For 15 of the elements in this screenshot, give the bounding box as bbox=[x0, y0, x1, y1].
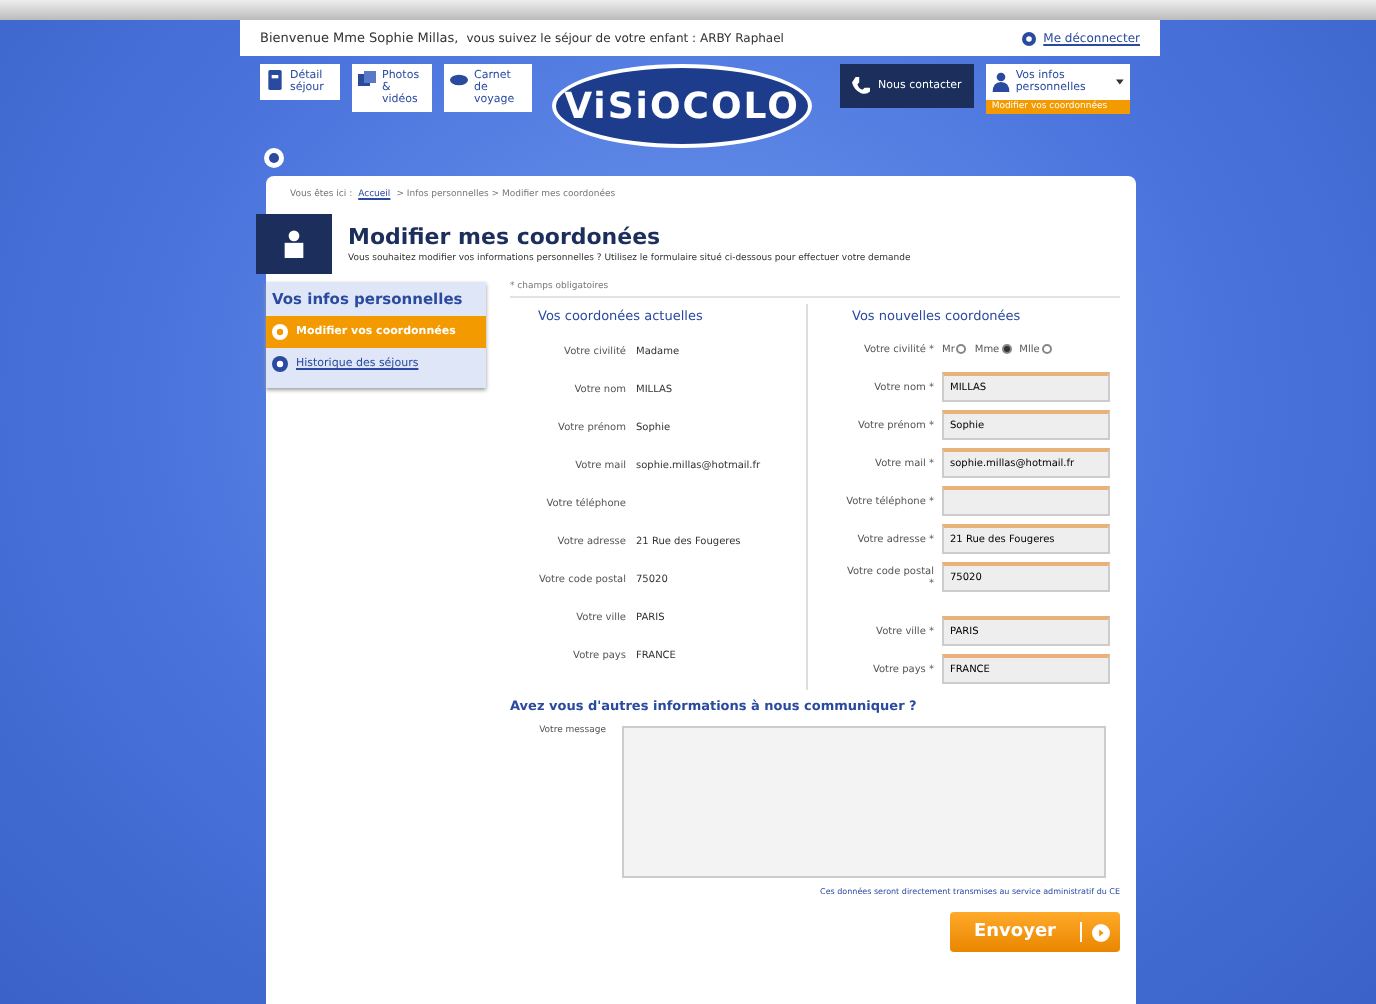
person-icon bbox=[991, 72, 1010, 92]
bullet-icon bbox=[272, 356, 288, 372]
logo[interactable]: ViSiOCOLO bbox=[552, 64, 812, 148]
arrow-circle-icon bbox=[1092, 923, 1110, 941]
bullet-icon bbox=[272, 324, 288, 340]
page-title: Modifier mes coordonées bbox=[348, 224, 663, 250]
document-icon bbox=[266, 70, 284, 90]
message-field[interactable] bbox=[622, 726, 1106, 878]
person-icon bbox=[282, 230, 306, 258]
phone-icon bbox=[852, 76, 870, 96]
text-field[interactable] bbox=[942, 486, 1110, 516]
home-icon[interactable] bbox=[264, 148, 284, 168]
caret-icon bbox=[1115, 78, 1124, 86]
logout-icon bbox=[1021, 31, 1036, 45]
photos-icon bbox=[358, 70, 376, 90]
